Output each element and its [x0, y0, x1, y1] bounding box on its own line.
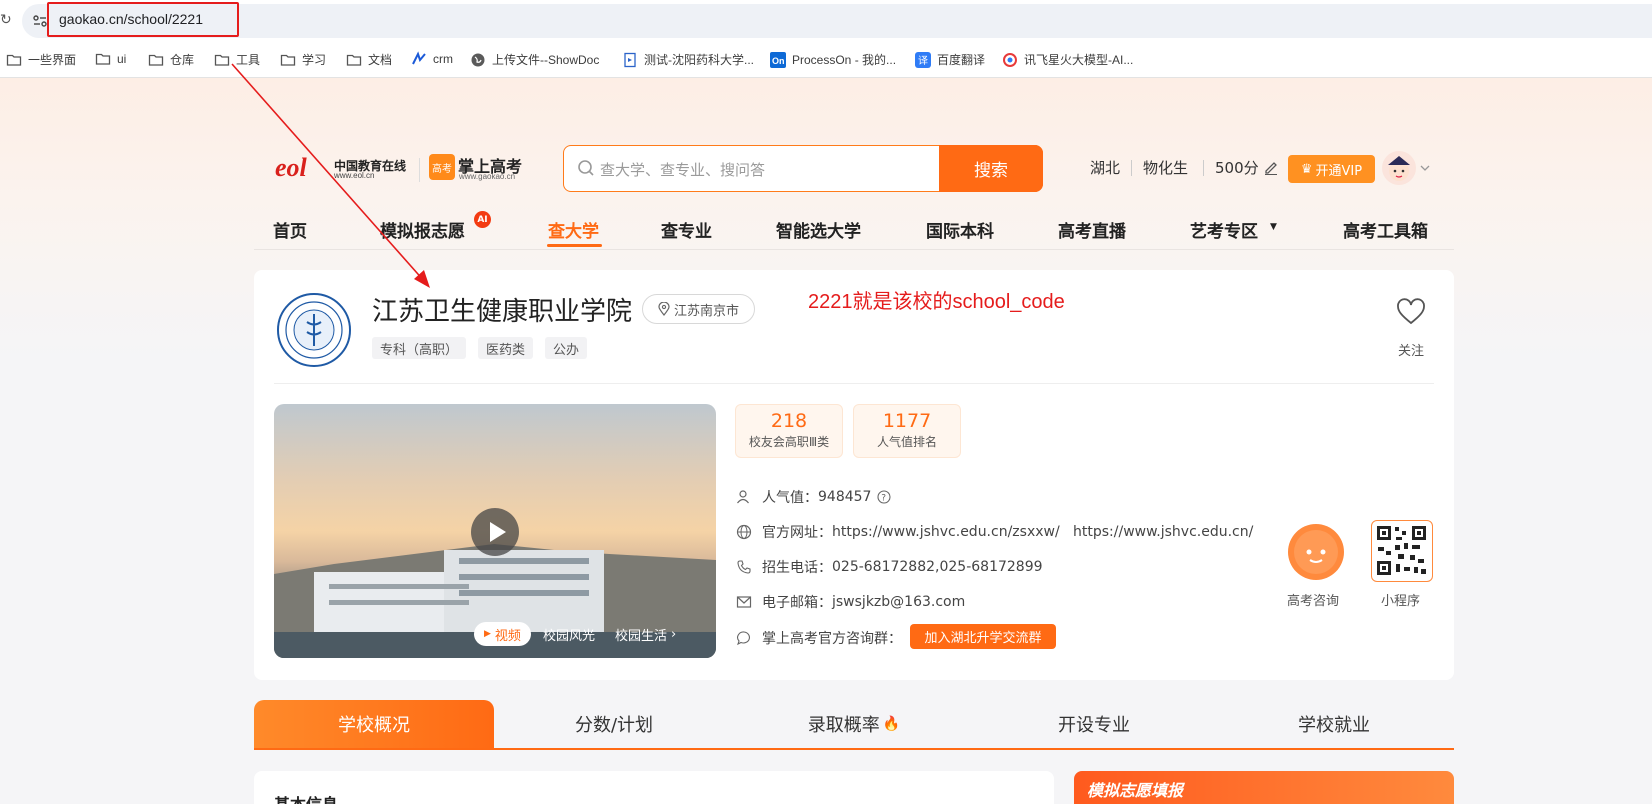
annotation-arrow	[231, 63, 430, 288]
